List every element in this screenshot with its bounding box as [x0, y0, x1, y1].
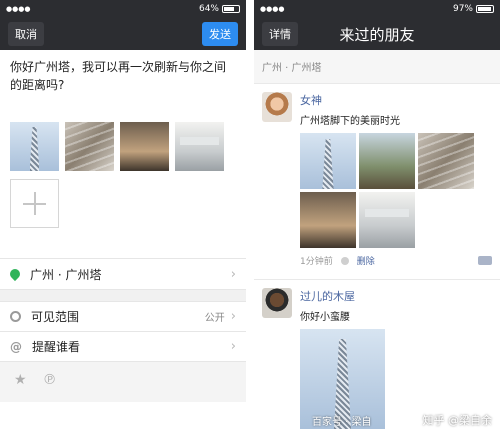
post-time: 1分钟前 — [300, 257, 333, 267]
photo-thumbnail[interactable] — [175, 122, 224, 171]
star-icon[interactable]: ★ — [14, 372, 27, 392]
location-pin-icon — [7, 266, 23, 282]
photo-thumbnail[interactable] — [65, 122, 114, 171]
p-icon[interactable]: ℗ — [43, 372, 57, 392]
battery-icon — [476, 5, 494, 13]
mention-label: 提醒谁看 — [32, 340, 81, 354]
visibility-value: 公开 — [204, 313, 225, 324]
location-row[interactable]: 广州 · 广州塔 › — [0, 258, 246, 290]
compose-input[interactable]: 你好广州塔，我可以再一次刷新与你之间的距离吗? — [0, 50, 246, 120]
back-button[interactable]: 详情 — [262, 22, 298, 46]
send-button[interactable]: 发送 — [202, 22, 238, 46]
chevron-right-icon: › — [230, 339, 236, 354]
add-photo-button[interactable] — [10, 179, 59, 228]
post-author[interactable]: 过儿的木屋 — [300, 288, 492, 304]
nav-bar: 取消 发送 — [0, 18, 246, 50]
post-photo[interactable] — [359, 192, 415, 248]
friends-screen: ●●●● 97% 详情 来过的朋友 广州 · 广州塔 女神 广州塔脚下的美丽时光… — [254, 0, 500, 436]
section-gap — [0, 290, 246, 302]
location-header: 广州 · 广州塔 — [254, 50, 500, 84]
feed-post: 过儿的木屋 你好小蛮腰 — [254, 280, 500, 433]
post-photo[interactable] — [300, 192, 356, 248]
post-photo-grid — [300, 133, 492, 248]
photo-thumbnails — [0, 122, 246, 171]
watermark: 百家号 · 梁自 — [312, 417, 372, 428]
mention-row[interactable]: @ 提醒谁看 › — [0, 332, 246, 362]
post-photo[interactable] — [418, 133, 474, 189]
signal-icon: ●●●● — [6, 5, 31, 13]
post-text: 广州塔脚下的美丽时光 — [300, 116, 400, 127]
status-bar: ●●●● 97% — [254, 0, 500, 18]
globe-icon — [10, 311, 21, 322]
photo-thumbnail[interactable] — [10, 122, 59, 171]
compose-screen: ●●●● 64% 取消 发送 你好广州塔，我可以再一次刷新与你之间的距离吗? 广… — [0, 0, 246, 436]
avatar[interactable] — [262, 288, 292, 318]
delete-link[interactable]: 删除 — [357, 254, 375, 267]
visibility-label: 可见范围 — [31, 310, 80, 324]
photo-thumbnail[interactable] — [120, 122, 169, 171]
post-meta: 1分钟前 删除 — [300, 254, 492, 267]
chevron-right-icon: › — [230, 266, 236, 282]
location-label: 广州 · 广州塔 — [30, 267, 102, 282]
nav-bar: 详情 来过的朋友 — [254, 18, 500, 50]
post-text: 你好小蛮腰 — [300, 312, 350, 323]
privacy-icon — [340, 256, 349, 265]
post-photo[interactable] — [300, 133, 356, 189]
watermark: 知乎 @梁自余 — [422, 414, 493, 427]
post-photo[interactable] — [359, 133, 415, 189]
feed-post: 女神 广州塔脚下的美丽时光 1分钟前 删除 — [254, 84, 500, 271]
battery-icon — [222, 5, 240, 13]
battery-level: 64% — [198, 4, 219, 14]
post-author[interactable]: 女神 — [300, 92, 492, 108]
cancel-button[interactable]: 取消 — [8, 22, 44, 46]
bottom-toolbar: ★ ℗ — [0, 362, 246, 402]
battery-level: 97% — [452, 4, 473, 14]
at-icon: @ — [10, 339, 22, 354]
avatar[interactable] — [262, 92, 292, 122]
chevron-right-icon: › — [230, 309, 236, 324]
status-bar: ●●●● 64% — [0, 0, 246, 18]
signal-icon: ●●●● — [260, 5, 285, 13]
comment-icon[interactable] — [478, 256, 492, 265]
visibility-row[interactable]: 可见范围 公开 › — [0, 302, 246, 332]
